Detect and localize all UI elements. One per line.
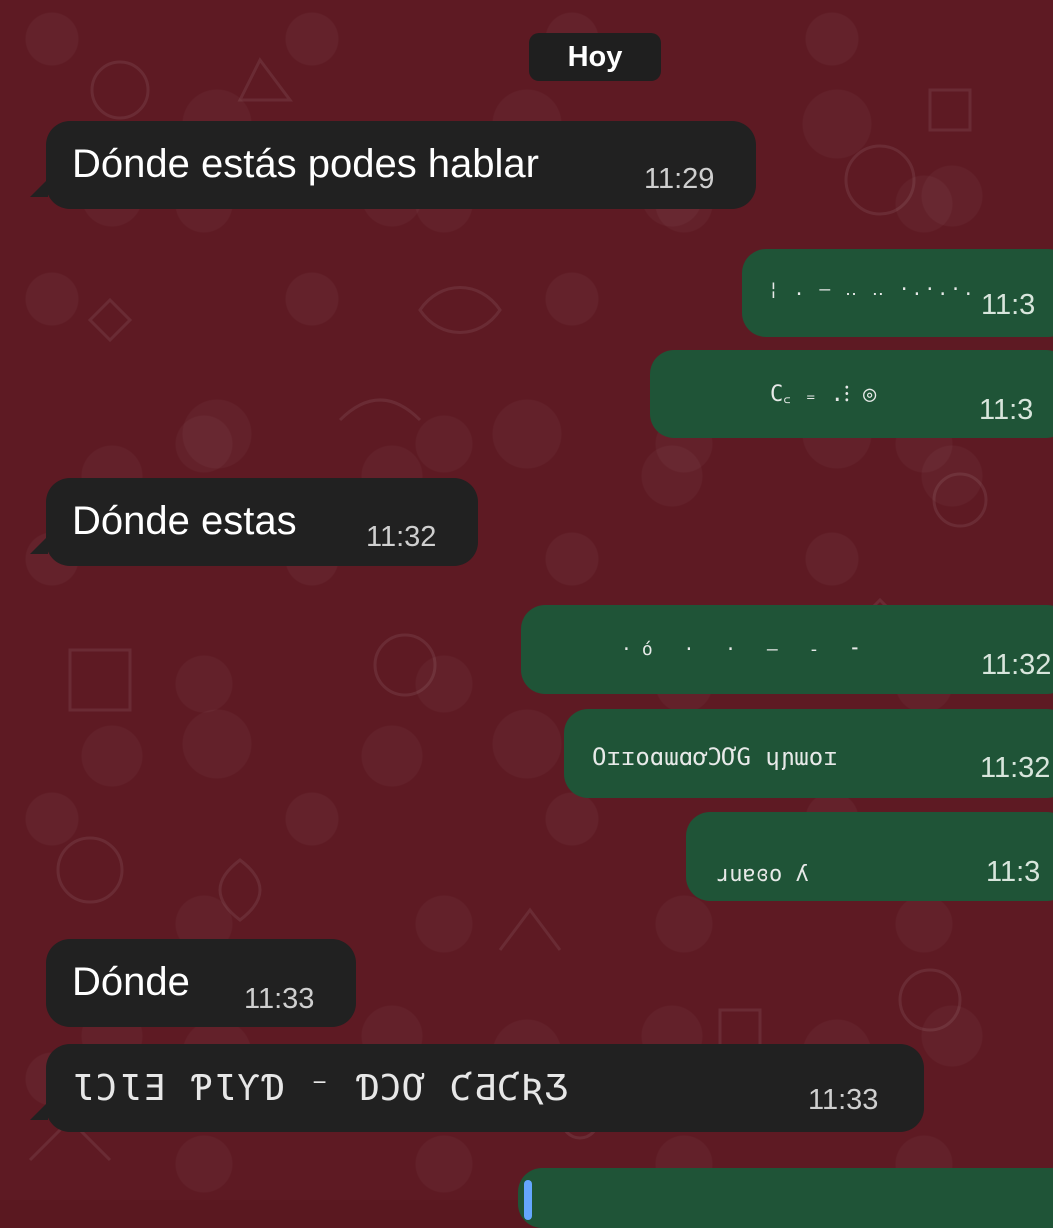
garbled-text: ƖƆƖƎ ƤƖƳƊ ⁻ ƊƆƠ ƇƋƇƦƷ <box>72 1068 570 1109</box>
bubble-tail <box>30 1102 48 1120</box>
garbled-text: ¦ . ‒ ‥ ‥ ·.·.·. <box>768 279 976 300</box>
message-text: Dónde estás podes hablar <box>72 142 539 186</box>
outgoing-message-bubble[interactable]: ·ó · · ‒ - ⁃ 11:32 <box>521 605 1053 694</box>
bubble-tail <box>30 179 48 197</box>
message-time: 11:3 <box>986 856 1041 888</box>
outgoing-message-bubble[interactable]: ¦ . ‒ ‥ ‥ ·.·.·. 11:3 <box>742 249 1053 337</box>
next-outgoing-message-partial <box>518 1168 1053 1228</box>
outgoing-message-bubble[interactable]: C꜀ ₌ .⁝ ◎ 11:3 <box>650 350 1053 438</box>
garbled-text: C꜀ ₌ .⁝ ◎ <box>770 382 877 407</box>
message-time: 11:33 <box>808 1084 879 1116</box>
incoming-message-bubble[interactable]: Dónde estas 11:32 <box>30 478 478 566</box>
message-time: 11:32 <box>366 521 437 553</box>
message-text: Dónde estas <box>72 499 297 543</box>
outgoing-message-bubble[interactable]: ɹuɐɞo ʎ 11:3 <box>686 812 1053 901</box>
message-time: 11:32 <box>980 752 1051 784</box>
outgoing-message-bubble[interactable]: OɪɪoɑɯɑơƆƠG ɥɲɯoɪ 11:32 <box>564 709 1053 798</box>
message-time: 11:3 <box>979 394 1034 426</box>
date-chip: Hoy <box>529 33 661 81</box>
message-text: Dónde <box>72 960 190 1004</box>
incoming-message-bubble[interactable]: ƖƆƖƎ ƤƖƳƊ ⁻ ƊƆƠ ƇƋƇƦƷ 11:33 <box>30 1044 924 1132</box>
bubble-tail <box>30 536 48 554</box>
garbled-text: ɹuɐɞo ʎ <box>716 862 809 887</box>
garbled-text: ·ó · · ‒ - ⁃ <box>621 639 870 660</box>
message-time: 11:29 <box>644 163 715 195</box>
incoming-message-bubble[interactable]: Dónde estás podes hablar 11:29 <box>30 121 756 209</box>
message-time: 11:32 <box>981 649 1052 681</box>
message-time: 11:3 <box>981 289 1036 321</box>
garbled-text: OɪɪoɑɯɑơƆƠG ɥɲɯoɪ <box>592 743 838 771</box>
incoming-message-bubble[interactable]: Dónde 11:33 <box>46 939 356 1027</box>
message-time: 11:33 <box>244 983 315 1015</box>
